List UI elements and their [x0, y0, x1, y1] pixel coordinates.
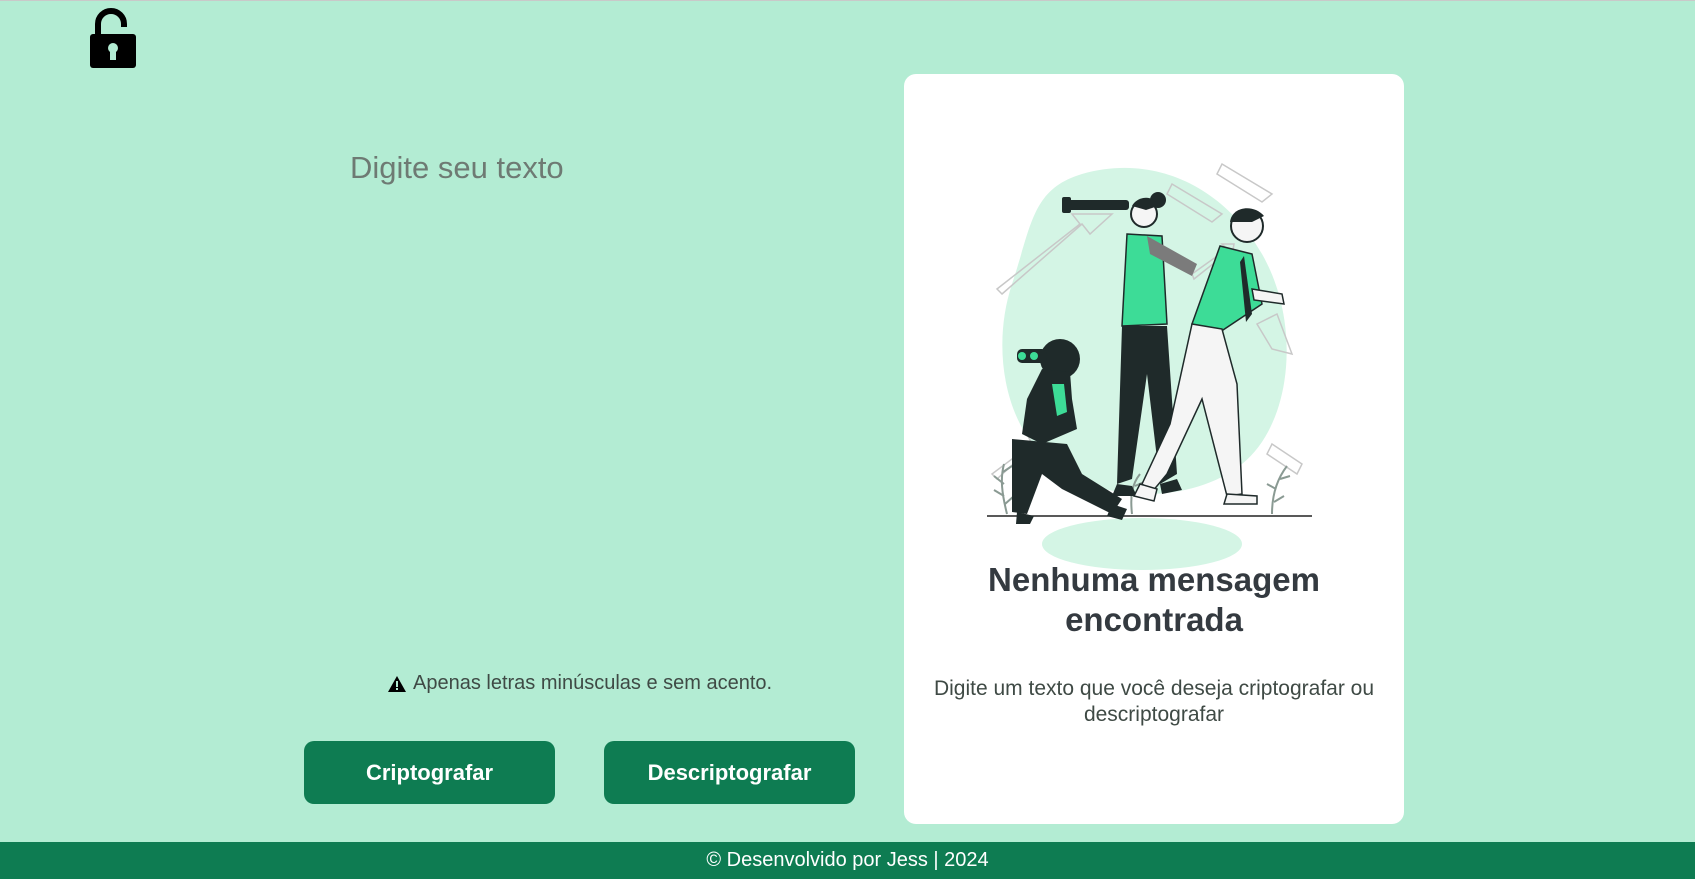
top-divider	[0, 0, 1695, 1]
people-searching-illustration	[987, 162, 1312, 570]
warning-triangle-icon	[388, 675, 406, 692]
empty-state-title: Nenhuma mensagem encontrada	[988, 561, 1320, 638]
page: Apenas letras minúsculas e sem acento. C…	[0, 0, 1695, 879]
output-card: Nenhuma mensagem encontrada Digite um te…	[904, 74, 1404, 824]
message-input[interactable]	[350, 150, 850, 630]
encrypt-button[interactable]: Criptografar	[304, 741, 555, 804]
empty-state-subtitle: Digite um texto que você deseja criptogr…	[933, 677, 1375, 726]
footer: © Desenvolvido por Jess | 2024	[0, 842, 1695, 879]
unlocked-padlock-icon	[90, 8, 136, 68]
footer-text: © Desenvolvido por Jess | 2024	[706, 849, 989, 871]
input-warning: Apenas letras minúsculas e sem acento.	[388, 672, 772, 695]
warning-text: Apenas letras minúsculas e sem acento.	[413, 672, 773, 694]
decrypt-button[interactable]: Descriptografar	[604, 741, 855, 804]
